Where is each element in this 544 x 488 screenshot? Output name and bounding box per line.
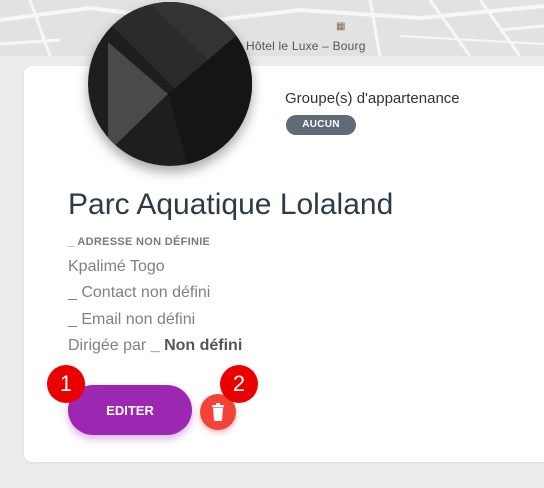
group-title: Groupe(s) d'appartenance (285, 90, 460, 107)
venue-email: _ Email non défini (68, 311, 196, 328)
map-background[interactable]: ▦ Hôtel le Luxe – Bourg (0, 0, 544, 56)
hotel-icon: ▦ (336, 21, 346, 32)
edit-button[interactable]: EDITER (68, 385, 192, 435)
venue-address: _ ADRESSE NON DÉFINIE (68, 236, 211, 248)
venue-contact: _ Contact non défini (68, 284, 211, 301)
directed-by-prefix: Dirigée par (68, 337, 147, 354)
annotation-marker-2: 2 (220, 365, 258, 403)
avatar (88, 2, 252, 166)
group-badge: AUCUN (286, 115, 356, 135)
avatar-logo-icon (88, 2, 252, 166)
directed-by-value: _ Non défini (150, 337, 243, 354)
map-place-label: Hôtel le Luxe – Bourg (246, 39, 366, 53)
venue-name: Parc Aquatique Lolaland (68, 188, 394, 221)
venue-directed-by: Dirigée par _ Non défini (68, 337, 242, 355)
venue-city: Kpalimé Togo (68, 258, 165, 275)
annotation-marker-1: 1 (47, 365, 85, 403)
